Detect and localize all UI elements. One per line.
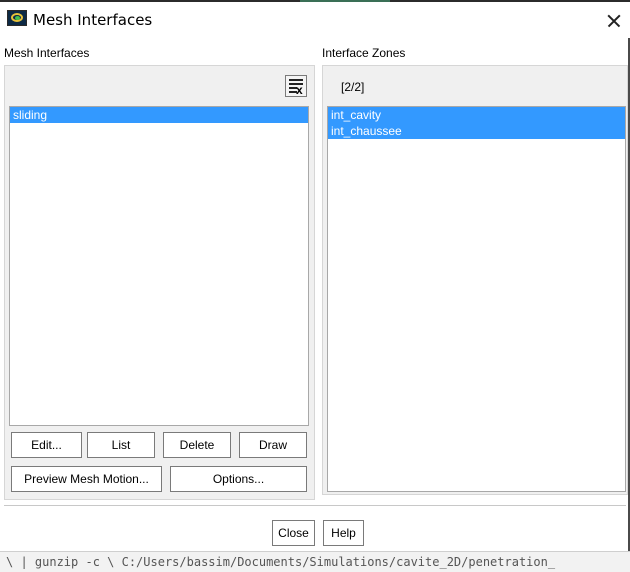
clear-selection-icon[interactable]: x (285, 75, 307, 97)
list-item-int-cavity[interactable]: int_cavity (328, 107, 625, 123)
separator (4, 505, 626, 506)
app-icon (7, 10, 27, 26)
draw-button[interactable]: Draw (239, 432, 307, 458)
list-item-sliding[interactable]: sliding (10, 107, 308, 123)
edit-button[interactable]: Edit... (11, 432, 82, 458)
list-item-int-chaussee[interactable]: int_chaussee (328, 123, 625, 139)
help-button[interactable]: Help (323, 520, 364, 546)
preview-mesh-motion-button[interactable]: Preview Mesh Motion... (11, 466, 162, 492)
selection-count: [2/2] (341, 80, 365, 94)
interface-zones-label: Interface Zones (322, 46, 406, 60)
window-title: Mesh Interfaces (33, 11, 153, 29)
close-icon[interactable] (604, 10, 626, 32)
interface-zones-list[interactable]: int_cavity int_chaussee (327, 106, 626, 492)
mesh-interfaces-label: Mesh Interfaces (4, 46, 90, 60)
console-output: \ | gunzip -c \ C:/Users/bassim/Document… (0, 551, 630, 572)
options-button[interactable]: Options... (170, 466, 307, 492)
delete-button[interactable]: Delete (163, 432, 231, 458)
console-text: \ | gunzip -c \ C:/Users/bassim/Document… (6, 555, 556, 569)
mesh-interfaces-list[interactable]: sliding (9, 106, 309, 426)
list-button[interactable]: List (87, 432, 155, 458)
title-bar: Mesh Interfaces (0, 2, 630, 38)
close-button[interactable]: Close (272, 520, 315, 546)
